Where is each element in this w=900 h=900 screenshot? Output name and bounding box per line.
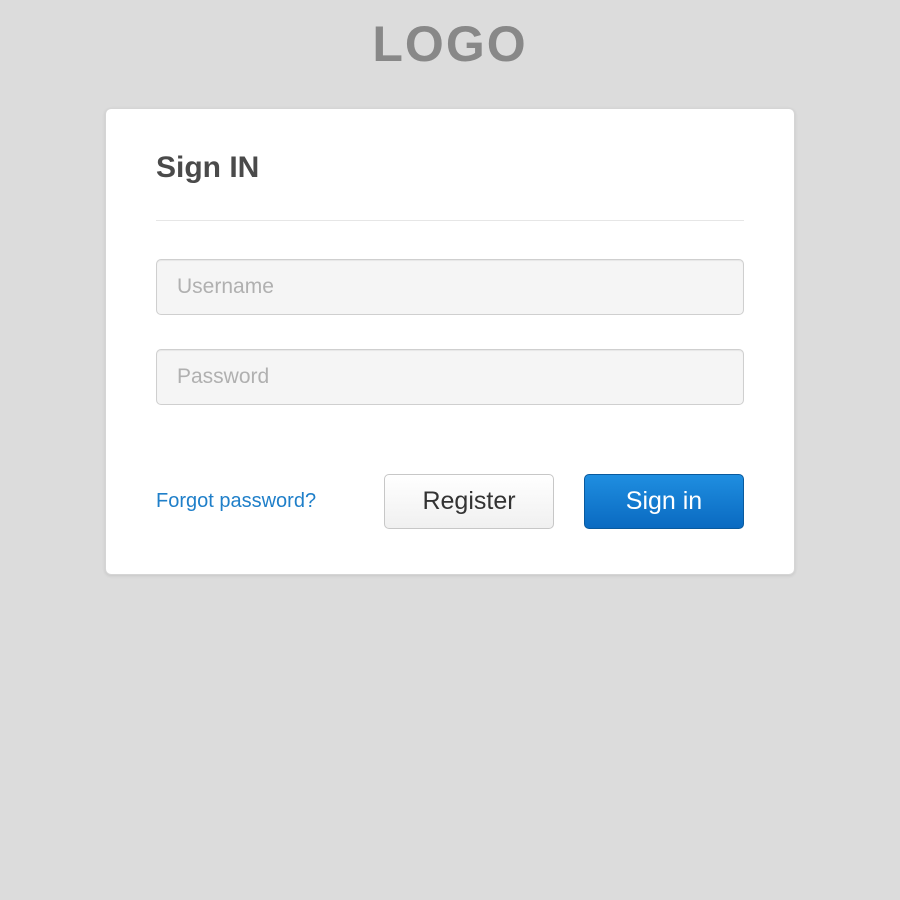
- register-button[interactable]: Register: [384, 474, 554, 529]
- actions-row: Forgot password? Register Sign in: [156, 474, 744, 529]
- signin-card: Sign IN Forgot password? Register Sign i…: [105, 108, 795, 575]
- forgot-password-link[interactable]: Forgot password?: [156, 490, 316, 513]
- username-input[interactable]: [156, 259, 744, 315]
- logo: LOGO: [372, 15, 527, 73]
- card-title: Sign IN: [156, 151, 744, 185]
- signin-button[interactable]: Sign in: [584, 474, 744, 529]
- password-input[interactable]: [156, 349, 744, 405]
- divider: [156, 220, 744, 221]
